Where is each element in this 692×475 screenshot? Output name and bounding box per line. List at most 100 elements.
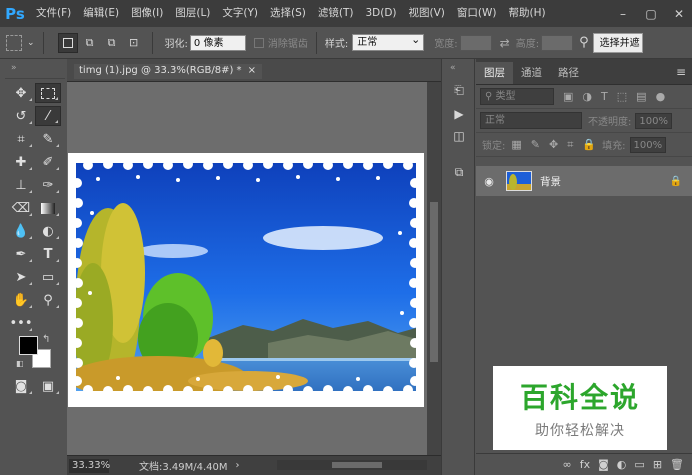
default-colors-icon[interactable]: ◧ <box>16 359 24 368</box>
document-info[interactable]: 文档:3.49M/4.40M <box>139 458 228 473</box>
height-input[interactable] <box>541 34 574 51</box>
lock-all-icon[interactable]: 🔒 <box>582 138 596 151</box>
eraser-tool[interactable]: ⌫ <box>8 198 34 218</box>
blur-tool[interactable]: 💧 <box>8 221 34 241</box>
intersect-selection-button[interactable]: ⊡ <box>124 33 144 53</box>
path-selection-tool[interactable]: ➤ <box>8 267 34 287</box>
lasso-tool[interactable]: ↺ <box>8 106 34 126</box>
menu-layer[interactable]: 图层(L) <box>169 0 216 27</box>
brush-tool[interactable]: ✐ <box>35 152 61 172</box>
menu-3d[interactable]: 3D(D) <box>359 0 402 27</box>
menu-help[interactable]: 帮助(H) <box>503 0 552 27</box>
app-logo[interactable]: Ps <box>0 0 30 27</box>
screen-mode-icon[interactable]: ▣ <box>35 376 61 396</box>
actions-play-icon[interactable]: ▶ <box>450 105 468 123</box>
divider <box>42 31 44 54</box>
magic-wand-tool[interactable]: ⁄ <box>35 106 61 126</box>
collapse-panels-icon[interactable]: « <box>450 63 456 73</box>
vertical-scrollbar[interactable] <box>427 82 441 456</box>
lock-transparent-icon[interactable]: ▦ <box>511 138 521 151</box>
vertical-scroll-thumb[interactable] <box>430 202 438 362</box>
document-tab[interactable]: timg (1).jpg @ 33.3%(RGB/8#) * × <box>74 64 262 79</box>
lock-pixels-icon[interactable]: ✎ <box>531 138 540 151</box>
layer-name[interactable]: 背景 <box>540 174 561 189</box>
more-tools-icon[interactable]: ••• <box>8 313 34 333</box>
layer-row[interactable]: ◉ 背景 🔒 <box>476 166 692 196</box>
subtract-selection-button[interactable]: ⧉ <box>102 33 122 53</box>
gradient-tool[interactable] <box>35 198 61 218</box>
lock-position-icon[interactable]: ✥ <box>549 138 558 151</box>
filter-toggle-icon[interactable]: ● <box>656 90 666 103</box>
foreground-color-swatch[interactable] <box>19 336 38 355</box>
swap-colors-icon[interactable]: ↰ <box>42 334 50 345</box>
feather-input[interactable]: 0 像素 <box>189 34 246 51</box>
close-icon[interactable]: ✕ <box>670 7 688 21</box>
delete-layer-icon[interactable]: 🗑 <box>670 458 684 471</box>
hand-tool[interactable]: ✋ <box>8 290 34 310</box>
3d-panel-icon[interactable]: ◫ <box>450 127 468 145</box>
collapse-icon[interactable]: » <box>11 63 17 73</box>
zoom-tool[interactable]: ⚲ <box>35 290 61 310</box>
blend-mode-select[interactable]: 正常 <box>480 112 582 129</box>
add-selection-button[interactable]: ⧉ <box>80 33 100 53</box>
tab-channels[interactable]: 通道 <box>513 62 550 84</box>
menu-image[interactable]: 图像(I) <box>125 0 169 27</box>
new-group-icon[interactable]: ▭ <box>634 458 644 471</box>
filter-adjustment-icon[interactable]: ◑ <box>582 90 592 103</box>
move-tool[interactable]: ✥ <box>8 83 34 103</box>
document-canvas[interactable] <box>68 153 424 407</box>
rectangle-tool[interactable]: ▭ <box>35 267 61 287</box>
marquee-tool[interactable] <box>35 83 61 103</box>
status-menu-icon[interactable]: › <box>236 460 240 471</box>
filter-smart-icon[interactable]: ▤ <box>636 90 646 103</box>
tab-layers[interactable]: 图层 <box>476 62 513 84</box>
history-panel-icon[interactable]: ⎗ <box>450 81 468 99</box>
layer-style-icon[interactable]: fx <box>580 458 590 471</box>
search-icon[interactable]: ⚲ <box>579 32 589 54</box>
dodge-tool[interactable]: ◐ <box>35 221 61 241</box>
menu-filter[interactable]: 滤镜(T) <box>312 0 360 27</box>
zoom-level[interactable]: 33.33% <box>69 458 110 473</box>
pen-tool[interactable]: ✒ <box>8 244 34 264</box>
healing-brush-tool[interactable]: ✚ <box>8 152 34 172</box>
type-tool[interactable]: T <box>35 244 61 264</box>
visibility-eye-icon[interactable]: ◉ <box>476 175 502 188</box>
maximize-icon[interactable]: ▢ <box>642 7 660 21</box>
close-tab-icon[interactable]: × <box>248 65 256 76</box>
minimize-icon[interactable]: – <box>614 7 632 21</box>
crop-tool[interactable]: ⌗ <box>8 129 34 149</box>
clone-stamp-tool[interactable]: ⊥ <box>8 175 34 195</box>
horizontal-scrollbar[interactable] <box>277 460 427 470</box>
menu-select[interactable]: 选择(S) <box>264 0 312 27</box>
adjustment-layer-icon[interactable]: ◐ <box>617 458 627 471</box>
new-selection-button[interactable] <box>57 32 78 53</box>
tool-preset-picker[interactable]: ⌄ <box>6 32 35 54</box>
menu-type[interactable]: 文字(Y) <box>216 0 264 27</box>
horizontal-scroll-thumb[interactable] <box>332 462 382 468</box>
link-layers-icon[interactable]: ∞ <box>563 458 572 471</box>
style-select[interactable]: 正常 <box>352 32 425 51</box>
history-brush-tool[interactable]: ✑ <box>35 175 61 195</box>
lock-artboard-icon[interactable]: ⌗ <box>567 138 573 152</box>
filter-pixel-icon[interactable]: ▣ <box>563 90 573 103</box>
layer-filter-select[interactable]: ⚲ 类型 <box>480 88 554 105</box>
new-layer-icon[interactable]: ⊞ <box>653 458 662 471</box>
menu-file[interactable]: 文件(F) <box>30 0 77 27</box>
menu-edit[interactable]: 编辑(E) <box>77 0 125 27</box>
eyedropper-tool[interactable]: ✎ <box>35 129 61 149</box>
quick-mask-icon[interactable]: ◙ <box>8 376 34 396</box>
menu-view[interactable]: 视图(V) <box>403 0 451 27</box>
antialias-checkbox[interactable] <box>253 37 264 48</box>
add-mask-icon[interactable]: ◙ <box>598 458 609 471</box>
tab-paths[interactable]: 路径 <box>550 62 587 84</box>
menu-window[interactable]: 窗口(W) <box>451 0 503 27</box>
fill-input[interactable]: 100% <box>629 136 667 153</box>
opacity-input[interactable]: 100% <box>635 112 672 129</box>
panel-menu-icon[interactable]: ≡ <box>676 65 686 79</box>
filter-shape-icon[interactable]: ⬚ <box>617 90 627 103</box>
width-input[interactable] <box>459 34 492 51</box>
swap-dimensions-icon[interactable]: ⇄ <box>500 32 510 54</box>
filter-type-icon[interactable]: T <box>601 90 608 103</box>
select-and-mask-button[interactable]: 选择并遮 <box>592 32 643 53</box>
properties-panel-icon[interactable]: ⧉ <box>450 163 468 181</box>
